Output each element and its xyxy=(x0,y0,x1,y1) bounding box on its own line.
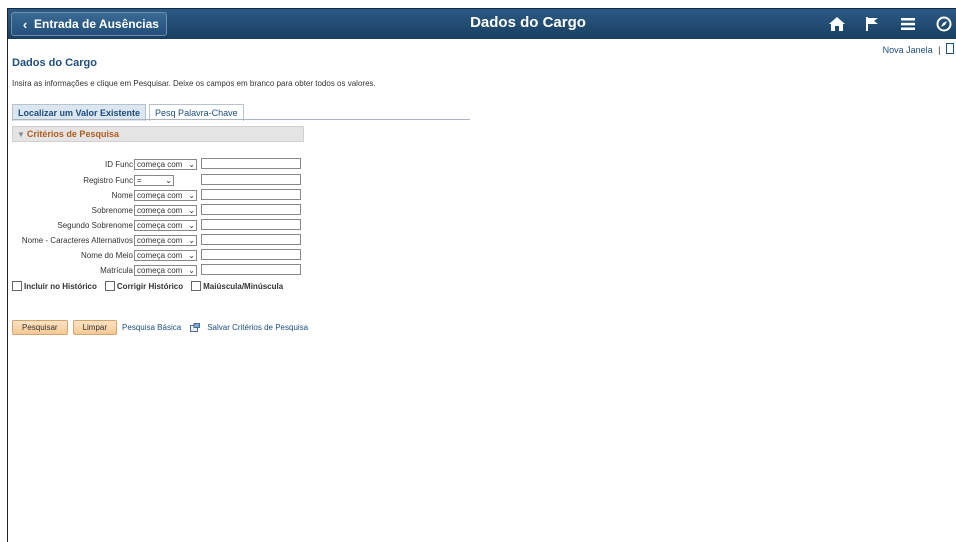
middle-name-input[interactable] xyxy=(201,249,301,260)
link-separator: | xyxy=(938,45,941,55)
criteria-row-id: ID Func começa com ⌄ xyxy=(0,158,197,170)
field-label: ID Func xyxy=(104,159,133,169)
chevron-left-icon: ‹ xyxy=(22,16,28,32)
search-button[interactable]: Pesquisar xyxy=(12,320,68,335)
checkbox-box[interactable] xyxy=(12,281,22,291)
operator-select[interactable]: começa com ⌄ xyxy=(134,219,197,231)
second-last-name-input[interactable] xyxy=(201,219,301,230)
operator-value: começa com xyxy=(137,250,183,260)
chevron-down-icon: ⌄ xyxy=(188,205,195,215)
criteria-row-record: Registro Func = ⌄ xyxy=(0,174,174,186)
search-criteria-header[interactable]: ▼ Critérios de Pesquisa xyxy=(12,126,304,142)
chevron-down-icon: ⌄ xyxy=(165,175,172,185)
correct-history-checkbox[interactable]: Corrigir Histórico xyxy=(104,281,184,291)
case-sensitive-checkbox[interactable]: Maiúscula/Minúscula xyxy=(191,281,283,291)
home-icon[interactable] xyxy=(828,16,848,32)
operator-value: = xyxy=(137,175,142,185)
operator-select[interactable]: começa com ⌄ xyxy=(134,204,197,216)
include-history-checkbox[interactable]: Incluir no Histórico xyxy=(12,281,97,291)
menu-icon[interactable] xyxy=(900,17,920,31)
empl-record-input[interactable] xyxy=(201,174,301,185)
tab-underline xyxy=(12,119,470,120)
name-input[interactable] xyxy=(201,189,301,200)
chevron-down-icon: ⌄ xyxy=(188,250,195,260)
save-criteria-link[interactable]: Salvar Critérios de Pesquisa xyxy=(207,323,308,332)
field-label: Nome xyxy=(111,190,133,200)
field-label: Nome do Meio xyxy=(80,250,133,260)
operator-select[interactable]: começa com ⌄ xyxy=(134,234,197,246)
operator-value: começa com xyxy=(137,220,183,230)
flag-icon[interactable] xyxy=(864,16,884,32)
field-label: Sobrenome xyxy=(91,205,133,215)
field-label: Matrícula xyxy=(100,265,133,275)
alt-chars-name-input[interactable] xyxy=(201,234,301,245)
operator-value: começa com xyxy=(137,235,183,245)
chevron-down-icon: ⌄ xyxy=(188,220,195,230)
basic-search-link[interactable]: Pesquisa Básica xyxy=(122,323,181,332)
operator-value: começa com xyxy=(137,265,183,275)
field-label: Segundo Sobrenome xyxy=(57,220,133,230)
top-links: Nova Janela | xyxy=(883,43,954,55)
search-options: Incluir no Histórico Corrigir Histórico … xyxy=(12,281,283,291)
chevron-down-icon: ⌄ xyxy=(188,265,195,275)
operator-value: começa com xyxy=(137,159,183,169)
page-title: Dados do Cargo xyxy=(12,57,97,69)
header-nav xyxy=(828,13,956,35)
operator-select[interactable]: começa com ⌄ xyxy=(134,189,197,201)
action-bar: Pesquisar Limpar Pesquisa Básica Salvar … xyxy=(12,320,308,335)
checkbox-label: Incluir no Histórico xyxy=(24,281,97,291)
back-button[interactable]: ‹ Entrada de Ausências xyxy=(11,12,167,36)
back-button-label: Entrada de Ausências xyxy=(34,17,159,31)
header-banner: ‹ Entrada de Ausências Dados do Cargo xyxy=(8,8,956,39)
operator-value: começa com xyxy=(137,190,183,200)
operator-select[interactable]: começa com ⌄ xyxy=(134,249,197,261)
chevron-down-icon: ⌄ xyxy=(188,159,195,169)
header-title: Dados do Cargo xyxy=(470,14,586,31)
operator-select[interactable]: começa com ⌄ xyxy=(134,264,197,276)
checkbox-box[interactable] xyxy=(191,281,202,291)
chevron-down-icon: ⌄ xyxy=(188,235,195,245)
checkbox-label: Corrigir Histórico xyxy=(116,281,184,291)
criteria-row-last-name: Sobrenome começa com ⌄ xyxy=(0,204,197,216)
page-instructions: Insira as informações e clique em Pesqui… xyxy=(12,79,376,88)
operator-value: começa com xyxy=(137,205,183,215)
operator-select[interactable]: = ⌄ xyxy=(134,174,174,186)
criteria-row-name: Nome começa com ⌄ xyxy=(0,189,197,201)
compass-icon[interactable] xyxy=(936,16,956,32)
registration-input[interactable] xyxy=(201,264,301,275)
criteria-row-second-last-name: Segundo Sobrenome começa com ⌄ xyxy=(0,219,197,231)
criteria-row-alt-chars: Nome - Caracteres Alternativos começa co… xyxy=(0,234,197,246)
checkbox-box[interactable] xyxy=(104,281,115,291)
search-criteria-title: Critérios de Pesquisa xyxy=(26,129,119,139)
last-name-input[interactable] xyxy=(201,204,301,215)
field-label: Registro Func xyxy=(83,175,133,185)
collapse-triangle-icon: ▼ xyxy=(17,130,25,139)
field-label: Nome - Caracteres Alternativos xyxy=(21,235,133,245)
criteria-row-middle-name: Nome do Meio começa com ⌄ xyxy=(0,249,197,261)
top-border xyxy=(0,0,956,8)
checkbox-label: Maiúscula/Minúscula xyxy=(203,281,284,291)
operator-select[interactable]: começa com ⌄ xyxy=(134,158,197,170)
clear-button[interactable]: Limpar xyxy=(72,320,118,335)
criteria-row-registration: Matrícula começa com ⌄ xyxy=(0,264,197,276)
empl-id-input[interactable] xyxy=(201,158,301,169)
new-window-link[interactable]: Nova Janela xyxy=(883,45,933,55)
help-icon[interactable] xyxy=(946,43,954,54)
chevron-down-icon: ⌄ xyxy=(188,190,195,200)
save-criteria-icon[interactable] xyxy=(190,323,201,332)
